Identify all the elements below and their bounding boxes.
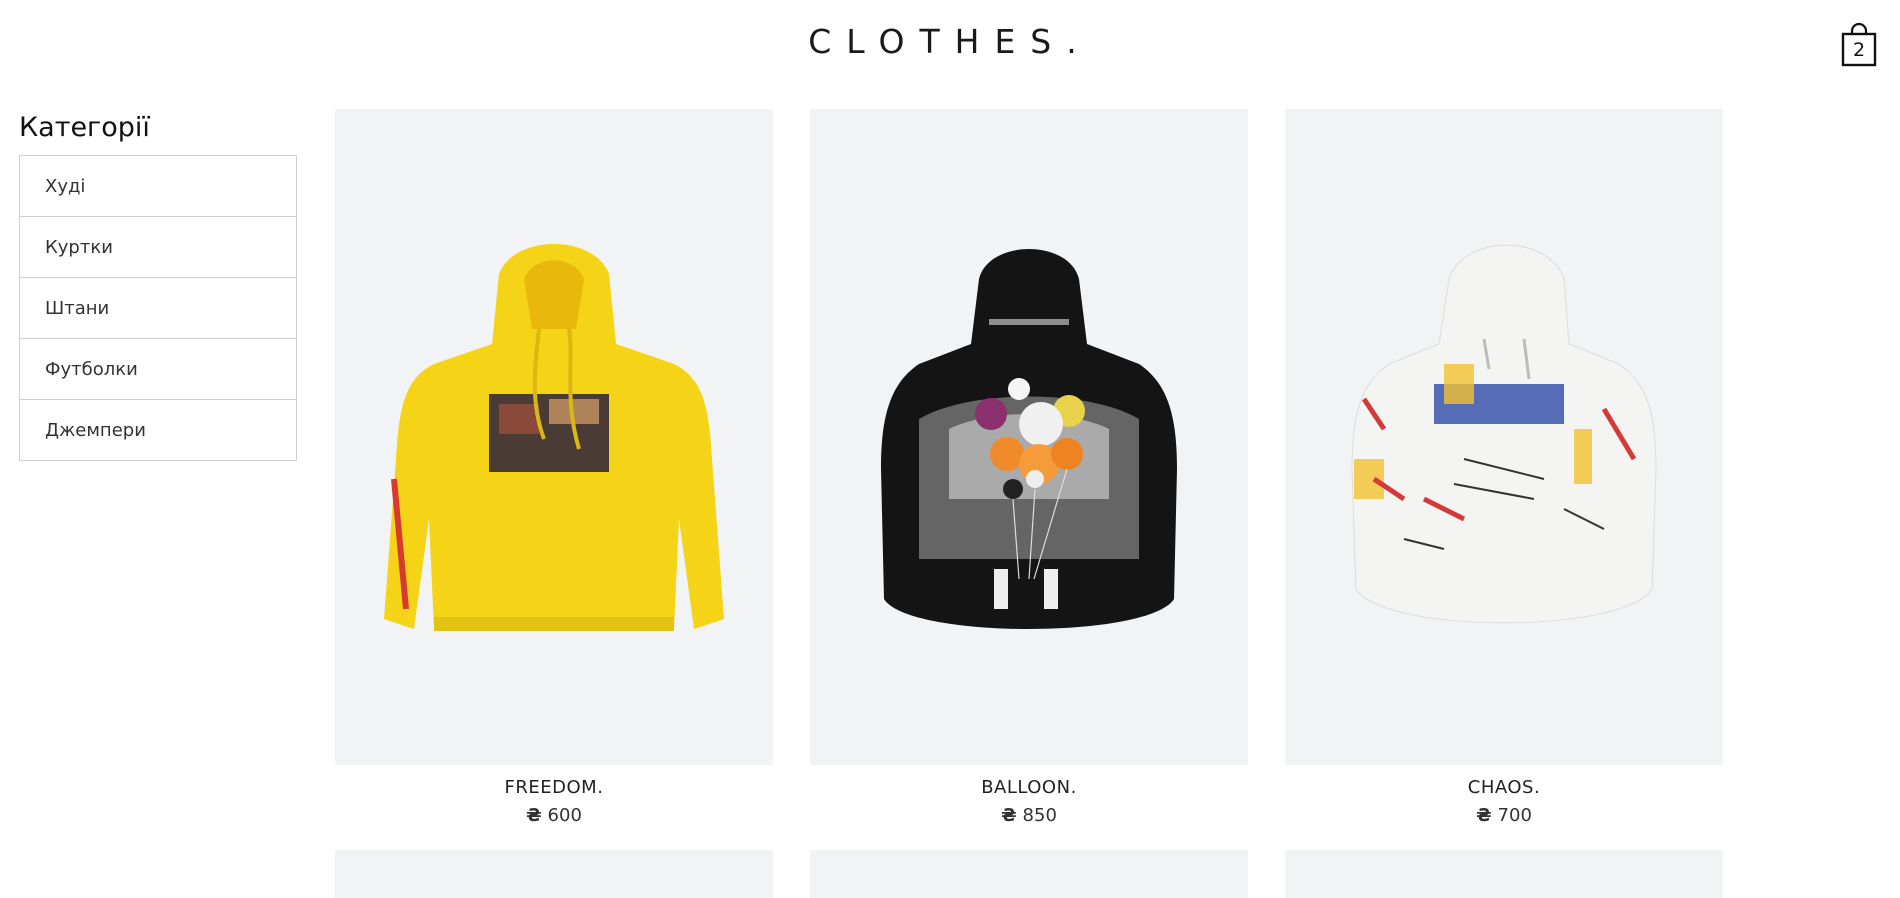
product-image-placeholder[interactable] <box>810 850 1248 898</box>
price-value: 700 <box>1497 805 1532 826</box>
product-price: ₴ 700 <box>1285 805 1723 826</box>
cart-button[interactable]: 2 <box>1841 22 1877 68</box>
product-image-placeholder[interactable] <box>1285 850 1723 898</box>
category-item-sweaters[interactable]: Джемпери <box>20 400 296 460</box>
product-card[interactable]: CHAOS. ₴ 700 <box>1285 109 1723 826</box>
product-card[interactable]: FREEDOM. ₴ 600 <box>335 109 773 826</box>
product-image[interactable] <box>810 109 1248 765</box>
currency-symbol: ₴ <box>1001 805 1017 826</box>
cart-count-badge: 2 <box>1852 39 1866 61</box>
category-item-pants[interactable]: Штани <box>20 278 296 339</box>
hoodie-image <box>881 249 1177 629</box>
categories-heading: Категорії <box>19 112 150 143</box>
product-image[interactable] <box>1285 109 1723 765</box>
product-price: ₴ 600 <box>335 805 773 826</box>
currency-symbol: ₴ <box>1476 805 1492 826</box>
hoodie-image <box>1351 244 1657 624</box>
hoodie-image <box>384 244 724 631</box>
price-value: 850 <box>1022 805 1057 826</box>
category-item-hoodies[interactable]: Худі <box>20 156 296 217</box>
category-item-jackets[interactable]: Куртки <box>20 217 296 278</box>
product-name[interactable]: FREEDOM. <box>335 777 773 798</box>
product-price: ₴ 850 <box>810 805 1248 826</box>
site-logo[interactable]: CLOTHES. <box>0 22 1900 61</box>
product-card[interactable]: BALLOON. ₴ 850 <box>810 109 1248 826</box>
price-value: 600 <box>547 805 582 826</box>
product-image-placeholder[interactable] <box>335 850 773 898</box>
category-item-tshirts[interactable]: Футболки <box>20 339 296 400</box>
product-name[interactable]: CHAOS. <box>1285 777 1723 798</box>
product-name[interactable]: BALLOON. <box>810 777 1248 798</box>
currency-symbol: ₴ <box>526 805 542 826</box>
product-image[interactable] <box>335 109 773 765</box>
category-list: Худі Куртки Штани Футболки Джемпери <box>19 155 297 461</box>
